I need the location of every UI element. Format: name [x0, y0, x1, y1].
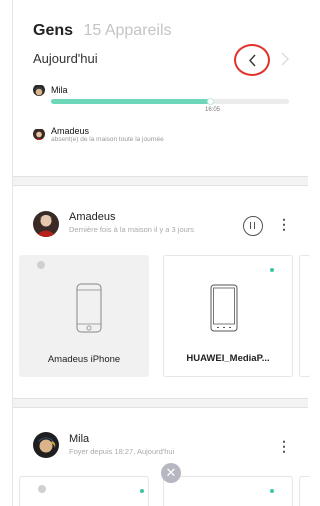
device-name: Amadeus iPhone	[47, 354, 121, 365]
timeline-marker	[206, 98, 214, 105]
chevron-right-icon	[281, 52, 289, 66]
device-tile-partial[interactable]	[299, 476, 311, 506]
more-options-icon[interactable]: ⋮	[277, 438, 291, 455]
timeline-name-mila: Mila	[51, 85, 68, 95]
person-name-amadeus: Amadeus	[69, 211, 116, 223]
person-icon	[38, 485, 46, 493]
section-divider	[13, 176, 308, 186]
portrait-icon	[33, 85, 45, 96]
presence-fill	[51, 99, 211, 104]
close-button[interactable]: ✕	[161, 463, 181, 483]
portrait-icon	[33, 211, 59, 237]
timeline-status-amadeus: absent(e) de la maison toute la journée	[51, 136, 164, 143]
avatar-amadeus-small	[33, 128, 45, 140]
avatar-mila	[33, 432, 59, 458]
chevron-left-icon	[249, 54, 256, 67]
more-options-icon[interactable]: ⋮	[277, 216, 291, 233]
previous-day-button[interactable]	[234, 44, 270, 76]
tablet-icon	[210, 284, 238, 332]
portrait-icon	[33, 129, 45, 140]
device-tile[interactable]	[19, 476, 149, 506]
device-tile-huawei[interactable]: HUAWEI_MediaP...	[163, 255, 293, 377]
avatar-amadeus	[33, 211, 59, 237]
pause-button[interactable]	[243, 216, 263, 236]
people-screen: Gens 15 Appareils Aujourd'hui Mila 16:05…	[12, 0, 311, 506]
avatar-mila-small	[33, 84, 45, 96]
online-status-dot	[270, 268, 274, 272]
device-tile[interactable]	[163, 476, 293, 506]
close-icon: ✕	[165, 465, 177, 480]
timeline-name-amadeus: Amadeus	[51, 126, 90, 136]
person-icon	[37, 261, 45, 269]
people-header: Gens 15 Appareils Aujourd'hui Mila 16:05…	[13, 0, 308, 172]
next-day-button[interactable]	[280, 52, 290, 71]
page-title: Gens 15 Appareils	[33, 22, 172, 40]
device-count: 15 Appareils	[83, 22, 172, 39]
pause-icon	[253, 222, 256, 229]
device-tile-partial[interactable]	[299, 255, 311, 377]
presence-timeline-bar	[51, 98, 289, 105]
timeline-time: 16:05	[205, 107, 221, 113]
online-status-dot	[270, 489, 274, 493]
portrait-icon	[33, 432, 59, 458]
pause-icon	[249, 222, 252, 229]
day-label: Aujourd'hui	[33, 51, 98, 66]
person-name-mila: Mila	[69, 433, 90, 445]
device-name: HUAWEI_MediaP...	[186, 353, 270, 364]
title-label: Gens	[33, 22, 74, 39]
iphone-icon	[76, 283, 102, 333]
device-tile-iphone[interactable]: Amadeus iPhone	[19, 255, 149, 377]
last-seen-amadeus: Dernière fois à la maison il y a 3 jours	[69, 225, 195, 234]
online-status-dot	[140, 489, 144, 493]
last-seen-mila: Foyer depuis 18:27, Aujourd'hui	[69, 447, 175, 456]
section-divider	[13, 398, 308, 408]
